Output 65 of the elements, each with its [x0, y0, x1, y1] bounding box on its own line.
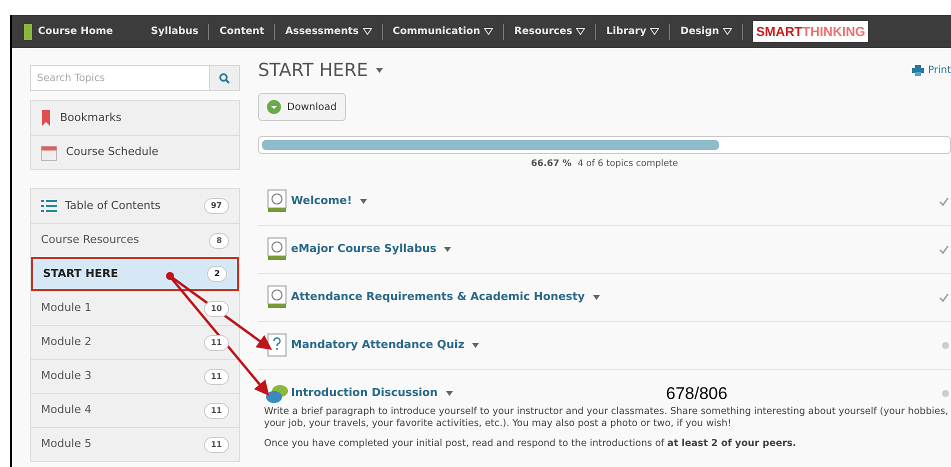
search-icon — [219, 72, 230, 84]
topic-link[interactable]: eMajor Course Syllabus — [291, 240, 436, 258]
download-button[interactable]: Download — [258, 93, 346, 121]
caret-icon[interactable] — [446, 391, 453, 396]
checkmark-icon — [939, 244, 949, 254]
nav-link[interactable]: Assessments — [285, 24, 372, 39]
document-icon — [267, 237, 287, 261]
checkmark-icon — [939, 196, 949, 206]
count-badge: 11 — [204, 436, 229, 452]
count-badge: 8 — [209, 232, 229, 248]
caret-icon[interactable] — [472, 342, 480, 348]
topic-link[interactable]: Mandatory Attendance Quiz — [291, 336, 464, 354]
module-item[interactable]: Module 3 11 — [31, 359, 239, 393]
caret-icon[interactable] — [592, 294, 600, 300]
count-badge: 11 — [204, 334, 229, 350]
checkmark-icon — [939, 292, 949, 302]
calendar-icon — [41, 144, 57, 160]
search-input[interactable]: Search Topics — [31, 66, 209, 90]
count-badge: 11 — [204, 402, 229, 418]
caret-icon[interactable] — [376, 68, 384, 72]
description-paragraph: Write a brief paragraph to introduce yourself to your instructor and your classmates. Share something interesting about yourself (your hobbies, your job, your travels, your favorite activities, etc.). You may also post a photo or two, if you wish! — [264, 406, 949, 430]
incomplete-dot-icon — [942, 390, 949, 397]
search-field[interactable]: Search Topics — [30, 65, 240, 91]
document-icon — [267, 189, 287, 213]
brand-logo[interactable]: SMARTTHINKING — [753, 20, 868, 42]
nav-link[interactable]: Design — [680, 24, 732, 39]
module-item[interactable]: START HERE 2 — [31, 257, 239, 291]
module-item[interactable]: Module 1 10 — [31, 291, 239, 325]
description-paragraph: Once you have completed your initial post, read and respond to the introductions of at least 2 of your peers. — [264, 438, 798, 450]
count-badge: 10 — [204, 300, 229, 316]
nav-link[interactable]: Syllabus — [150, 24, 198, 39]
count-badge: 2 — [207, 266, 227, 282]
nav-link[interactable]: Resources — [514, 24, 586, 39]
module-item[interactable]: Module 4 11 — [31, 393, 239, 427]
chat-bubbles-icon — [265, 382, 289, 404]
nav-link[interactable]: Course Home — [38, 24, 113, 39]
module-item[interactable]: Module 2 11 — [31, 325, 239, 359]
sidebar-link[interactable]: Bookmarks — [31, 101, 239, 135]
page-title: START HERE — [258, 58, 368, 82]
page-counter: 678/806 — [666, 383, 728, 405]
download-icon — [267, 100, 281, 114]
list-icon — [41, 200, 57, 212]
progress-percent: 66.67 % — [530, 158, 572, 171]
search-button[interactable] — [209, 66, 239, 90]
printer-icon — [912, 64, 924, 76]
nav-link[interactable]: Communication — [392, 24, 494, 39]
sidebar-link[interactable]: Course Schedule — [31, 135, 239, 169]
document-icon — [267, 285, 287, 309]
progress-summary: 4 of 6 topics complete — [578, 158, 678, 171]
topic-link[interactable]: Welcome! — [291, 192, 352, 210]
count-badge: 11 — [204, 368, 229, 384]
question-icon — [267, 333, 287, 357]
toc-item[interactable]: Table of Contents 97 — [31, 189, 239, 223]
caret-icon[interactable] — [360, 198, 367, 204]
module-item[interactable]: Module 5 11 — [31, 427, 239, 461]
bookmark-icon — [41, 110, 51, 126]
nav-link[interactable]: Library — [606, 24, 660, 39]
nav-link[interactable]: Content — [219, 24, 264, 39]
caret-icon[interactable] — [444, 246, 452, 252]
topic-link[interactable]: Attendance Requirements & Academic Honesty — [291, 288, 585, 306]
print-link[interactable]: Print — [912, 62, 951, 78]
count-badge: 97 — [204, 198, 229, 214]
topic-link[interactable]: Introduction Discussion — [291, 385, 438, 402]
color-swatch-icon — [24, 24, 32, 40]
incomplete-dot-icon — [942, 342, 949, 348]
